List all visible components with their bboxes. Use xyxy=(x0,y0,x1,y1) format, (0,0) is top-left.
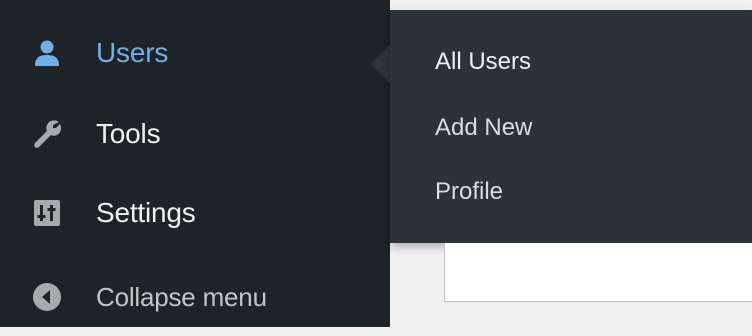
sidebar-item-users[interactable]: Users xyxy=(0,14,390,92)
collapse-arrow-icon xyxy=(30,280,64,314)
submenu-pointer xyxy=(370,44,390,84)
submenu-item-all-users[interactable]: All Users xyxy=(435,48,531,76)
wrench-icon xyxy=(30,117,64,151)
users-submenu: All Users Add New Profile xyxy=(390,10,752,243)
collapse-menu-label: Collapse menu xyxy=(96,281,267,312)
sidebar-item-tools[interactable]: Tools xyxy=(0,95,390,173)
collapse-menu-button[interactable]: Collapse menu xyxy=(0,258,390,336)
submenu-item-add-new[interactable]: Add New xyxy=(435,114,532,142)
admin-sidebar: Users Tools Settings Collapse menu xyxy=(0,0,390,327)
sidebar-item-label: Tools xyxy=(96,118,161,149)
sidebar-item-label: Settings xyxy=(96,197,196,228)
settings-sliders-icon xyxy=(30,196,64,230)
submenu-item-profile[interactable]: Profile xyxy=(435,178,503,206)
sidebar-item-label: Users xyxy=(96,37,169,68)
content-panel xyxy=(444,243,752,302)
sidebar-item-settings[interactable]: Settings xyxy=(0,174,390,252)
user-icon xyxy=(30,36,64,70)
